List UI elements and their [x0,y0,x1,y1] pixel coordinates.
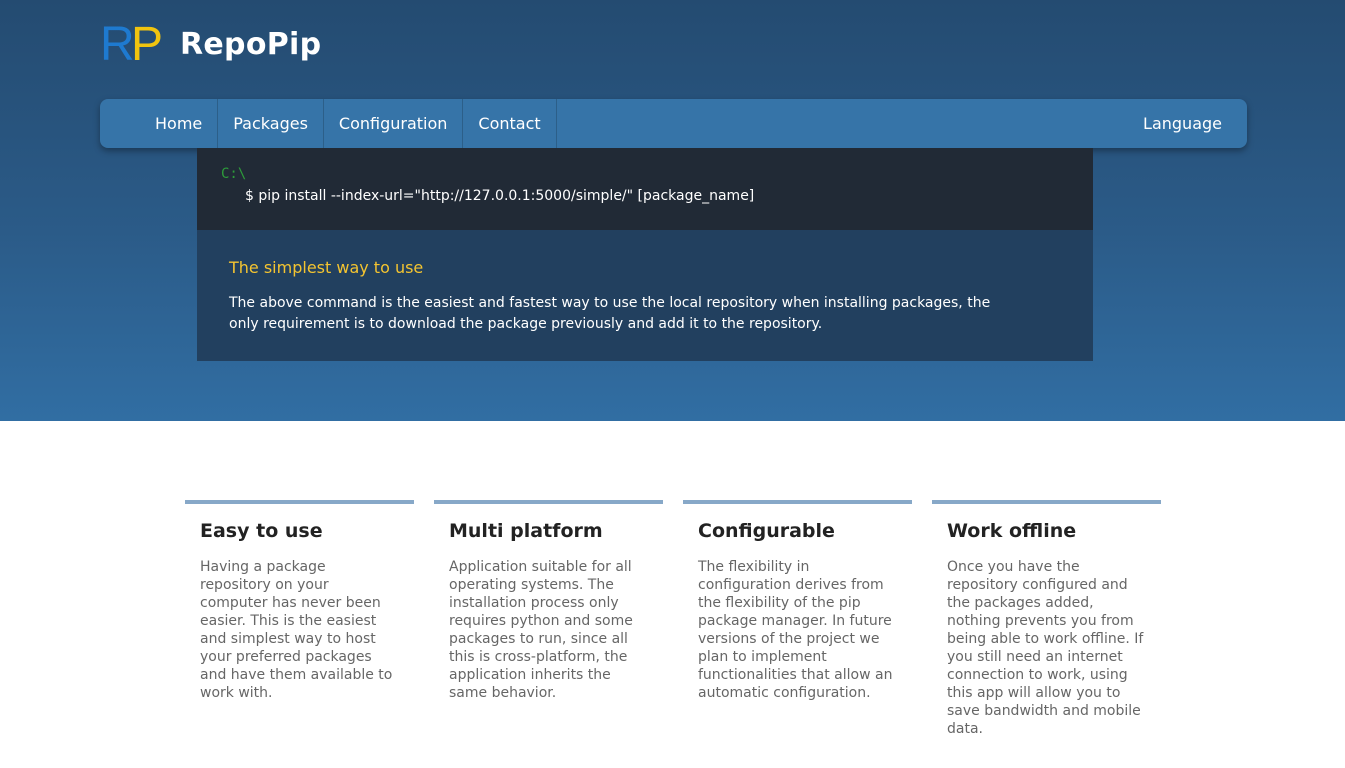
nav-item-packages[interactable]: Packages [217,99,323,148]
feature-title: Easy to use [200,520,323,542]
feature-card-work-offline: Work offline Once you have the repositor… [932,500,1161,738]
feature-title: Configurable [698,520,835,542]
features-section: Easy to use Having a package repository … [185,500,1163,738]
feature-card-configurable: Configurable The flexibility in configur… [683,500,912,738]
nav-item-configuration[interactable]: Configuration [322,99,463,148]
info-text: The above command is the easiest and fas… [229,295,991,332]
feature-card-multi-platform: Multi platform Application suitable for … [434,500,663,738]
feature-title: Work offline [947,520,1077,542]
language-dropdown[interactable]: Language [1143,99,1247,148]
logo-letter-p: P [131,18,164,71]
feature-title: Multi platform [449,520,603,542]
logo: R P [100,18,164,71]
brand-name: RepoPip [180,26,322,62]
feature-text: Application suitable for all operating s… [449,559,633,701]
info-panel: The simplest way to use The above comman… [197,230,1093,361]
info-title: The simplest way to use [229,258,424,277]
terminal-box: C:\ $ pip install --index-url="http://12… [197,148,1093,230]
feature-text: Once you have the repository configured … [947,559,1144,737]
feature-card-easy-to-use: Easy to use Having a package repository … [185,500,414,738]
terminal-prompt: C:\ [221,166,247,182]
main-navbar: Home Packages Configuration Contact Lang… [100,99,1247,148]
hero-section: R P RepoPip Home Packages Configuration … [0,0,1345,421]
nav-item-home[interactable]: Home [140,99,217,148]
nav-item-contact[interactable]: Contact [462,99,557,148]
logo-letter-r: R [100,18,135,71]
nav-menu: Home Packages Configuration Contact [100,99,557,148]
feature-text: Having a package repository on your comp… [200,559,393,701]
feature-text: The flexibility in configuration derives… [698,559,893,701]
install-command[interactable]: $ pip install --index-url="http://127.0.… [245,188,1069,204]
brand[interactable]: R P RepoPip [100,18,322,71]
